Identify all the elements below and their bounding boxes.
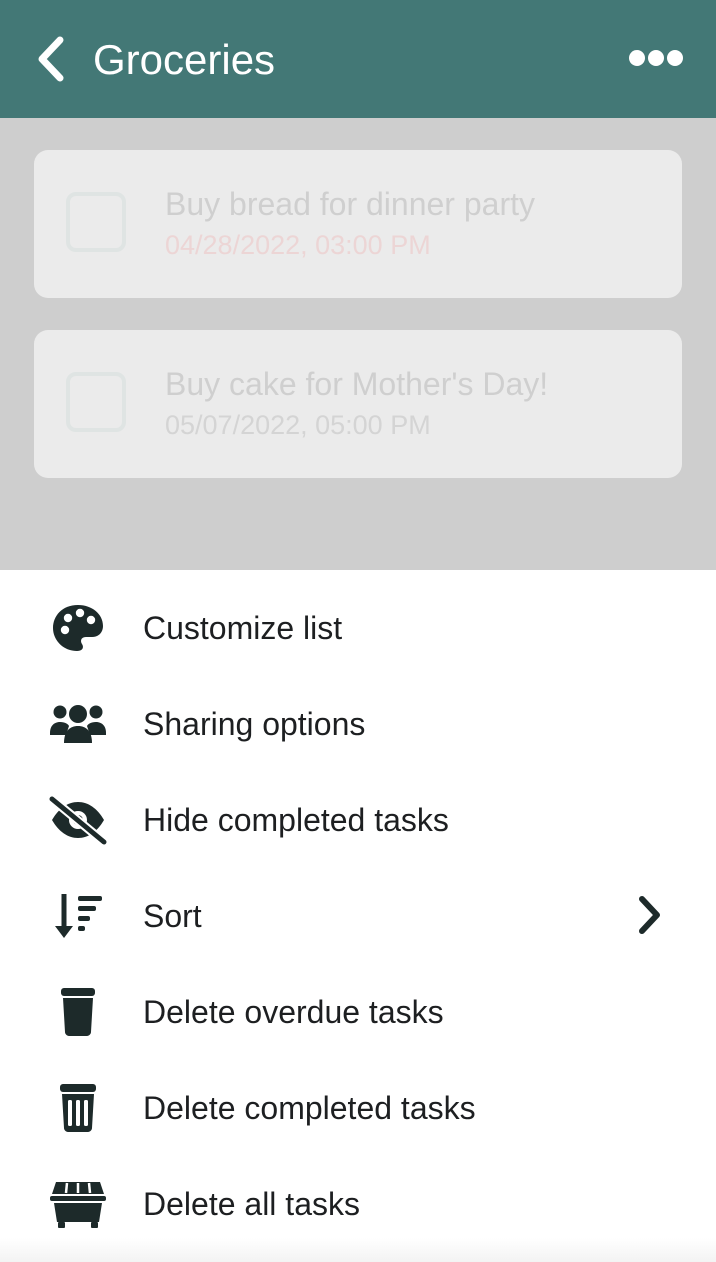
menu-item-label: Customize list <box>143 610 343 646</box>
task-title: Buy bread for dinner party <box>165 186 535 222</box>
task-due-date: 04/28/2022, 03:00 PM <box>165 230 431 260</box>
trash-lines-icon <box>60 1084 96 1132</box>
menu-item-label: Sharing options <box>143 706 366 742</box>
menu-item-sharing-options[interactable]: Sharing options <box>0 676 716 772</box>
eye-slash-icon <box>47 794 109 847</box>
menu-item-hide-completed[interactable]: Hide completed tasks <box>0 772 716 868</box>
chevron-left-icon <box>38 36 64 82</box>
chevron-right-icon <box>639 896 660 934</box>
menu-item-label: Hide completed tasks <box>143 802 449 838</box>
menu-item-label: Delete overdue tasks <box>143 994 444 1030</box>
more-horizontal-icon <box>629 50 683 66</box>
trash-icon <box>61 988 95 1036</box>
menu-item-sort[interactable]: Sort <box>0 868 716 964</box>
task-title: Buy cake for Mother's Day! <box>165 366 549 402</box>
menu-item-label: Delete completed tasks <box>143 1090 476 1126</box>
users-icon <box>50 705 106 743</box>
menu-item-customize-list[interactable]: Customize list <box>0 580 716 676</box>
task-due-date: 05/07/2022, 05:00 PM <box>165 410 431 440</box>
task-checkbox[interactable] <box>66 372 126 432</box>
back-button[interactable] <box>30 32 74 86</box>
menu-item-label: Sort <box>143 898 202 934</box>
palette-icon <box>53 605 103 651</box>
task-checkbox[interactable] <box>66 192 126 252</box>
page-title: Groceries <box>93 36 276 83</box>
sheet-bottom-edge <box>0 1238 716 1262</box>
sort-icon <box>55 894 102 938</box>
dumpster-icon <box>50 1182 106 1228</box>
menu-item-delete-overdue[interactable]: Delete overdue tasks <box>0 964 716 1060</box>
task-list: Buy bread for dinner party 04/28/2022, 0… <box>0 118 716 570</box>
more-options-button[interactable] <box>626 42 686 74</box>
options-menu: Customize list Sharing options Hide comp… <box>0 570 716 1262</box>
task-card[interactable]: Buy bread for dinner party 04/28/2022, 0… <box>34 150 682 298</box>
app-header: Groceries <box>0 0 716 118</box>
menu-item-delete-completed[interactable]: Delete completed tasks <box>0 1060 716 1156</box>
task-card[interactable]: Buy cake for Mother's Day! 05/07/2022, 0… <box>34 330 682 478</box>
menu-item-label: Delete all tasks <box>143 1186 360 1222</box>
